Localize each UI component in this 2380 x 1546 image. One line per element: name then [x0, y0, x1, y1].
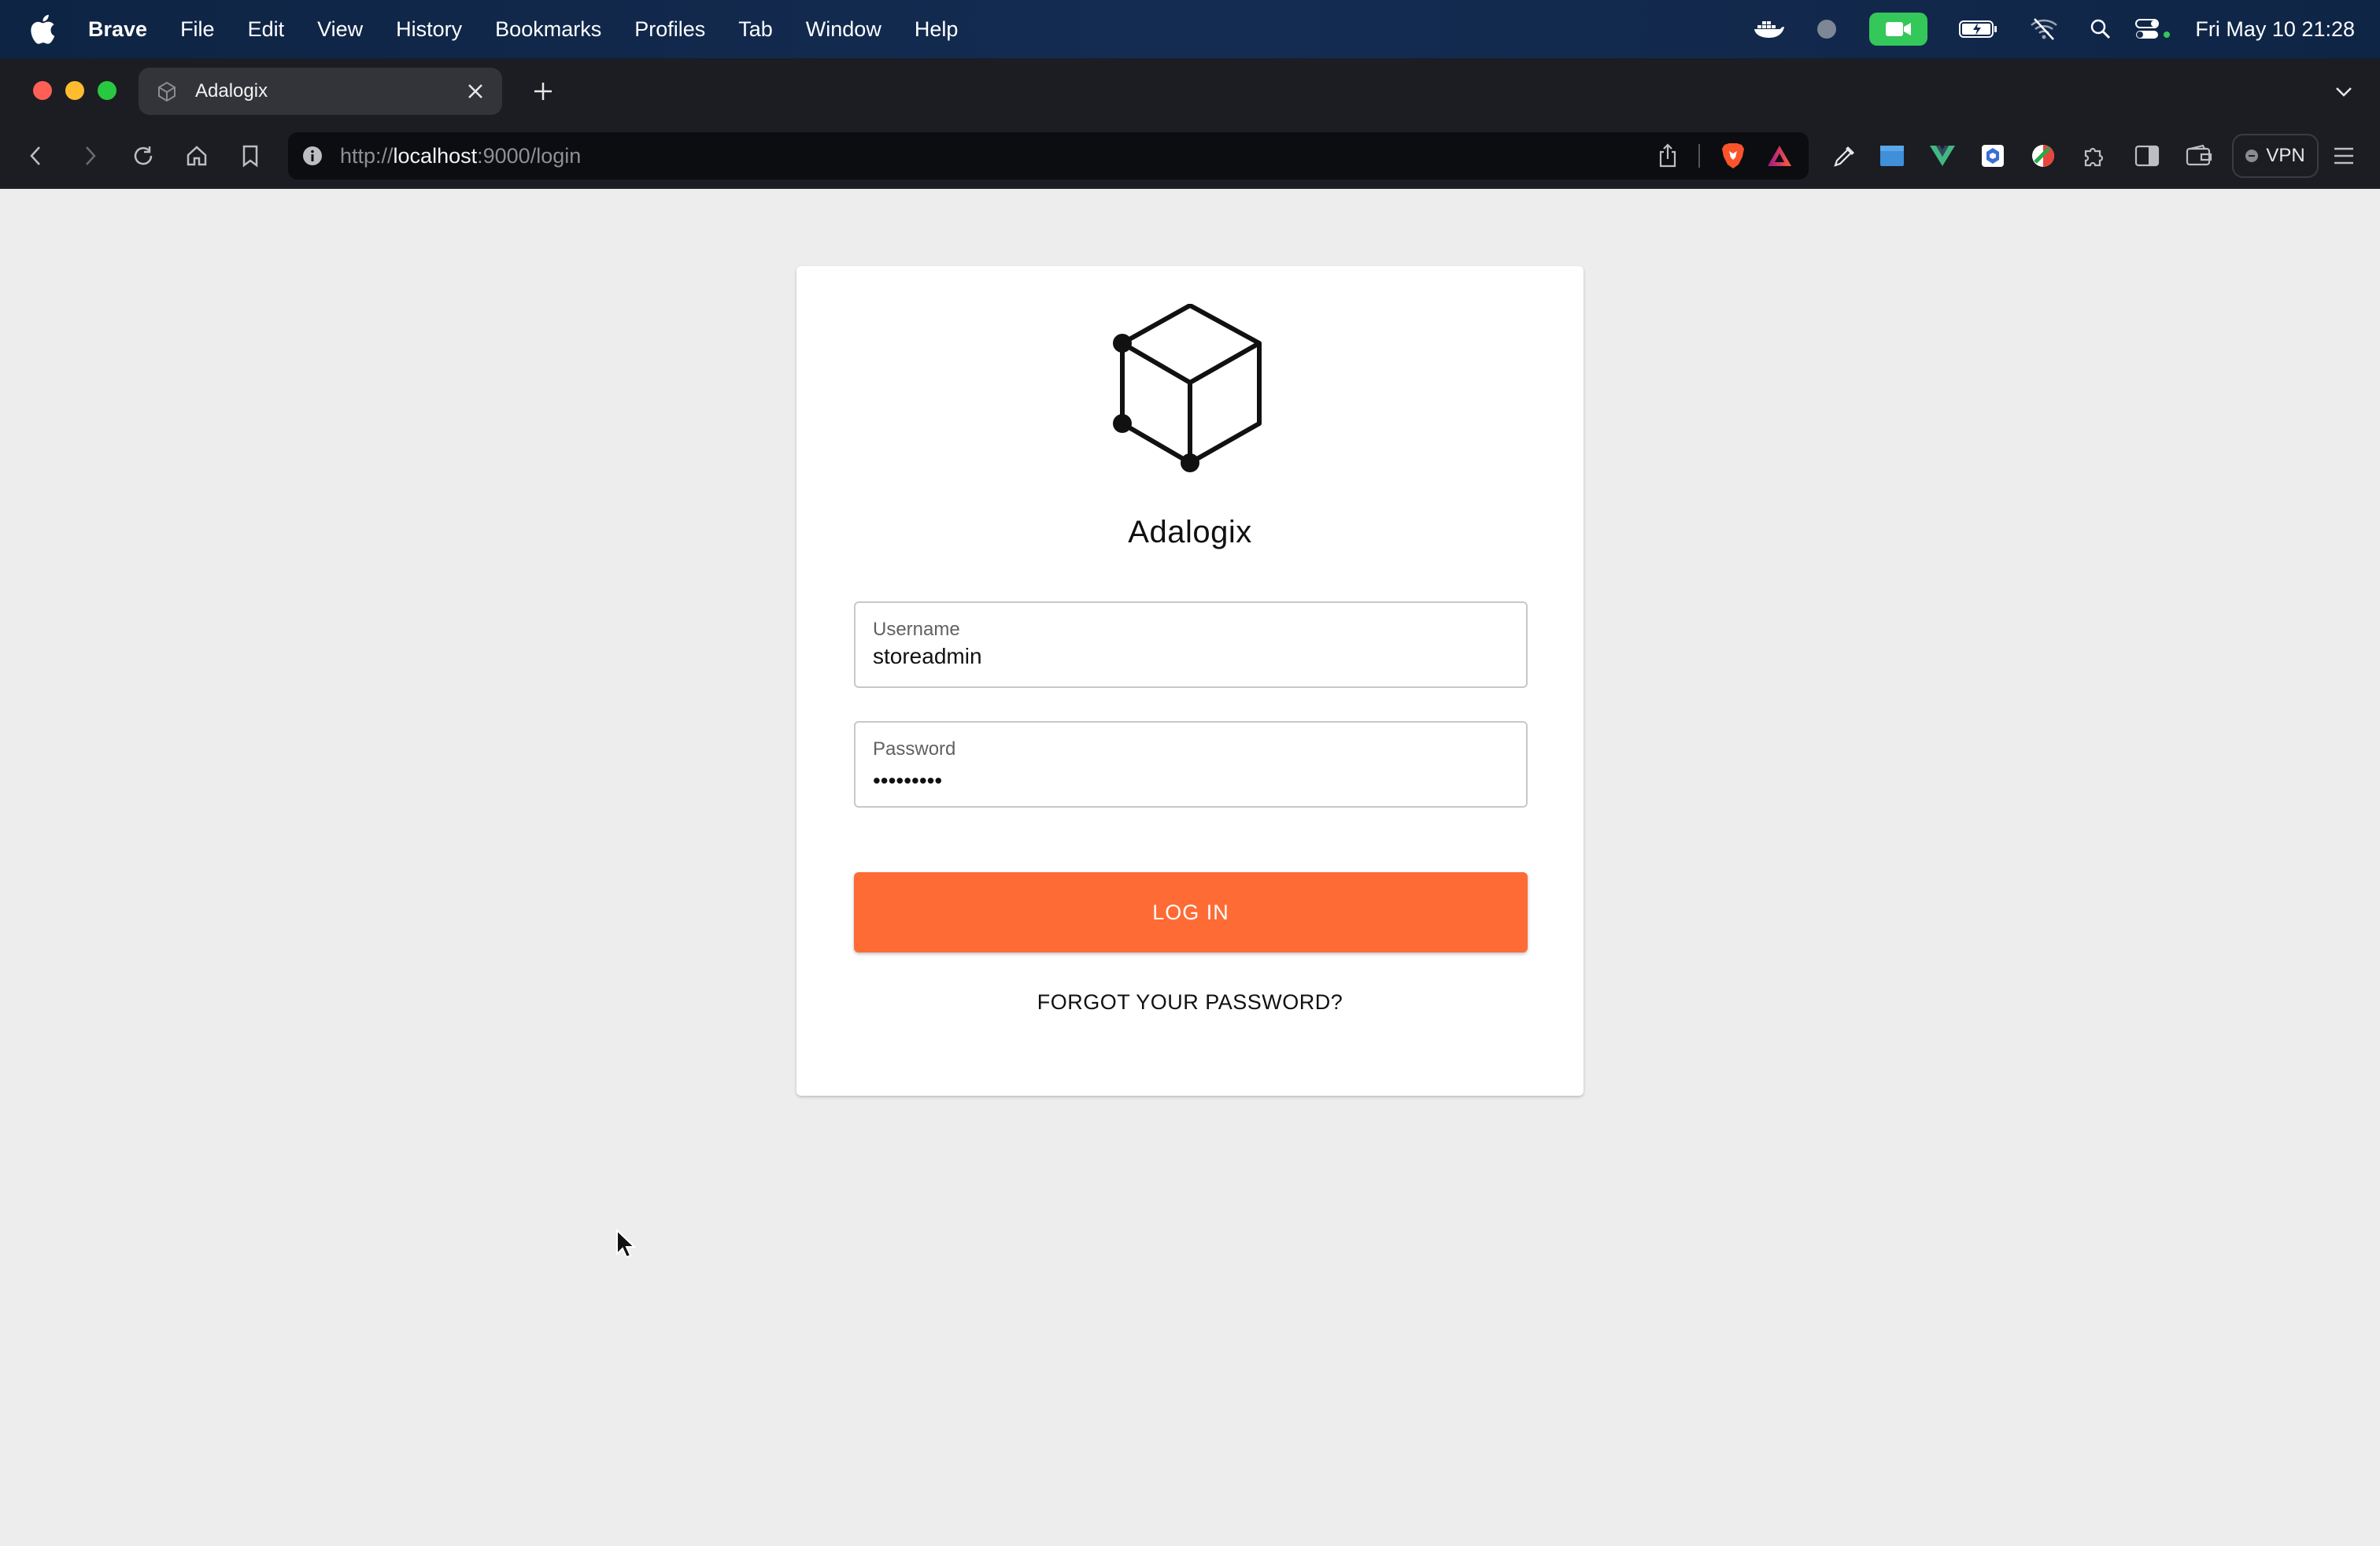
menu-bookmarks[interactable]: Bookmarks — [495, 17, 601, 42]
brave-shields-lion-icon[interactable] — [1720, 142, 1746, 170]
page-viewport: Adalogix Username storeadmin Password ••… — [0, 189, 2380, 1546]
url-host: localhost — [393, 143, 478, 168]
menu-file[interactable]: File — [180, 17, 215, 42]
wifi-off-icon[interactable] — [2030, 17, 2058, 41]
tab-list-chevron-down-icon[interactable] — [2331, 79, 2356, 104]
browser-tab-strip: Adalogix — [0, 58, 2380, 123]
menu-profiles[interactable]: Profiles — [634, 17, 705, 42]
color-picker-extension-icon[interactable] — [1828, 139, 1862, 173]
extensions-puzzle-icon[interactable] — [2076, 139, 2111, 173]
login-card: Adalogix Username storeadmin Password ••… — [796, 266, 1584, 1096]
hamburger-menu-icon[interactable] — [2326, 139, 2361, 173]
window-close-button[interactable] — [33, 81, 52, 100]
omnibox-divider — [1698, 144, 1700, 168]
sidebar-toggle-icon[interactable] — [2130, 139, 2164, 173]
spotlight-search-icon[interactable] — [2090, 18, 2112, 40]
window-controls — [33, 81, 130, 100]
password-label: Password — [873, 738, 956, 760]
brand-name: Adalogix — [1128, 515, 1252, 549]
tab-favicon-cube-icon — [156, 80, 178, 102]
url-text: http://localhost:9000/login — [340, 144, 581, 168]
circle-slash-extension-icon[interactable] — [2026, 139, 2060, 173]
bookmark-icon[interactable] — [233, 139, 268, 173]
macos-menu-bar: Brave File Edit View History Bookmarks P… — [0, 0, 2380, 58]
apple-menu-icon[interactable] — [30, 14, 57, 44]
hexagon-extension-icon[interactable] — [1975, 139, 2010, 173]
url-scheme: http:// — [340, 143, 394, 168]
menu-tab[interactable]: Tab — [738, 17, 773, 42]
share-icon[interactable] — [1658, 143, 1678, 168]
circle-status-icon[interactable] — [1816, 18, 1838, 40]
new-tab-plus-icon[interactable] — [529, 77, 557, 105]
menubar-status-area: Fri May 10 21:28 — [1721, 0, 2355, 58]
menu-edit[interactable]: Edit — [248, 17, 285, 42]
back-arrow-icon[interactable] — [19, 139, 54, 173]
browser-toolbar: http://localhost:9000/login VPN — [0, 123, 2380, 189]
password-value-masked[interactable]: ••••••••• — [873, 768, 942, 793]
control-center-icon[interactable] — [2135, 17, 2173, 41]
facetime-icon[interactable] — [1869, 13, 1928, 46]
clapperboard-extension-icon[interactable] — [1875, 139, 1909, 173]
vpn-status-icon — [2245, 150, 2259, 162]
vpn-button[interactable]: VPN — [2232, 134, 2319, 178]
login-button[interactable]: LOG IN — [854, 872, 1528, 952]
battery-icon[interactable] — [1959, 19, 1998, 39]
menu-history[interactable]: History — [396, 17, 462, 42]
tab-close-icon[interactable] — [463, 79, 488, 104]
forward-arrow-icon[interactable] — [72, 139, 107, 173]
brave-rewards-triangle-icon[interactable] — [1766, 144, 1793, 168]
menu-help[interactable]: Help — [915, 17, 959, 42]
url-path: :9000/login — [477, 143, 582, 168]
menu-view[interactable]: View — [317, 17, 363, 42]
tab-title: Adalogix — [195, 80, 268, 102]
username-field[interactable]: Username storeadmin — [854, 601, 1528, 688]
username-value[interactable]: storeadmin — [873, 644, 982, 669]
mouse-cursor-icon — [615, 1228, 637, 1259]
menu-window[interactable]: Window — [806, 17, 881, 42]
docker-icon[interactable] — [1753, 17, 1785, 41]
reload-icon[interactable] — [126, 139, 161, 173]
adalogix-cube-logo-icon — [1099, 303, 1281, 493]
address-bar[interactable]: http://localhost:9000/login — [288, 132, 1809, 179]
window-minimize-button[interactable] — [65, 81, 84, 100]
home-icon[interactable] — [179, 139, 214, 173]
browser-tab-active[interactable]: Adalogix — [139, 68, 502, 115]
vue-devtools-icon[interactable] — [1925, 139, 1960, 173]
wallet-icon[interactable] — [2182, 139, 2216, 173]
site-info-icon[interactable] — [302, 146, 323, 166]
password-field[interactable]: Password ••••••••• — [854, 721, 1528, 808]
forgot-password-link[interactable]: FORGOT YOUR PASSWORD? — [796, 990, 1584, 1015]
vpn-label: VPN — [2266, 145, 2305, 166]
menubar-clock[interactable]: Fri May 10 21:28 — [2195, 17, 2355, 42]
menu-app-brave[interactable]: Brave — [88, 17, 147, 42]
window-zoom-button[interactable] — [98, 81, 116, 100]
username-label: Username — [873, 619, 960, 640]
